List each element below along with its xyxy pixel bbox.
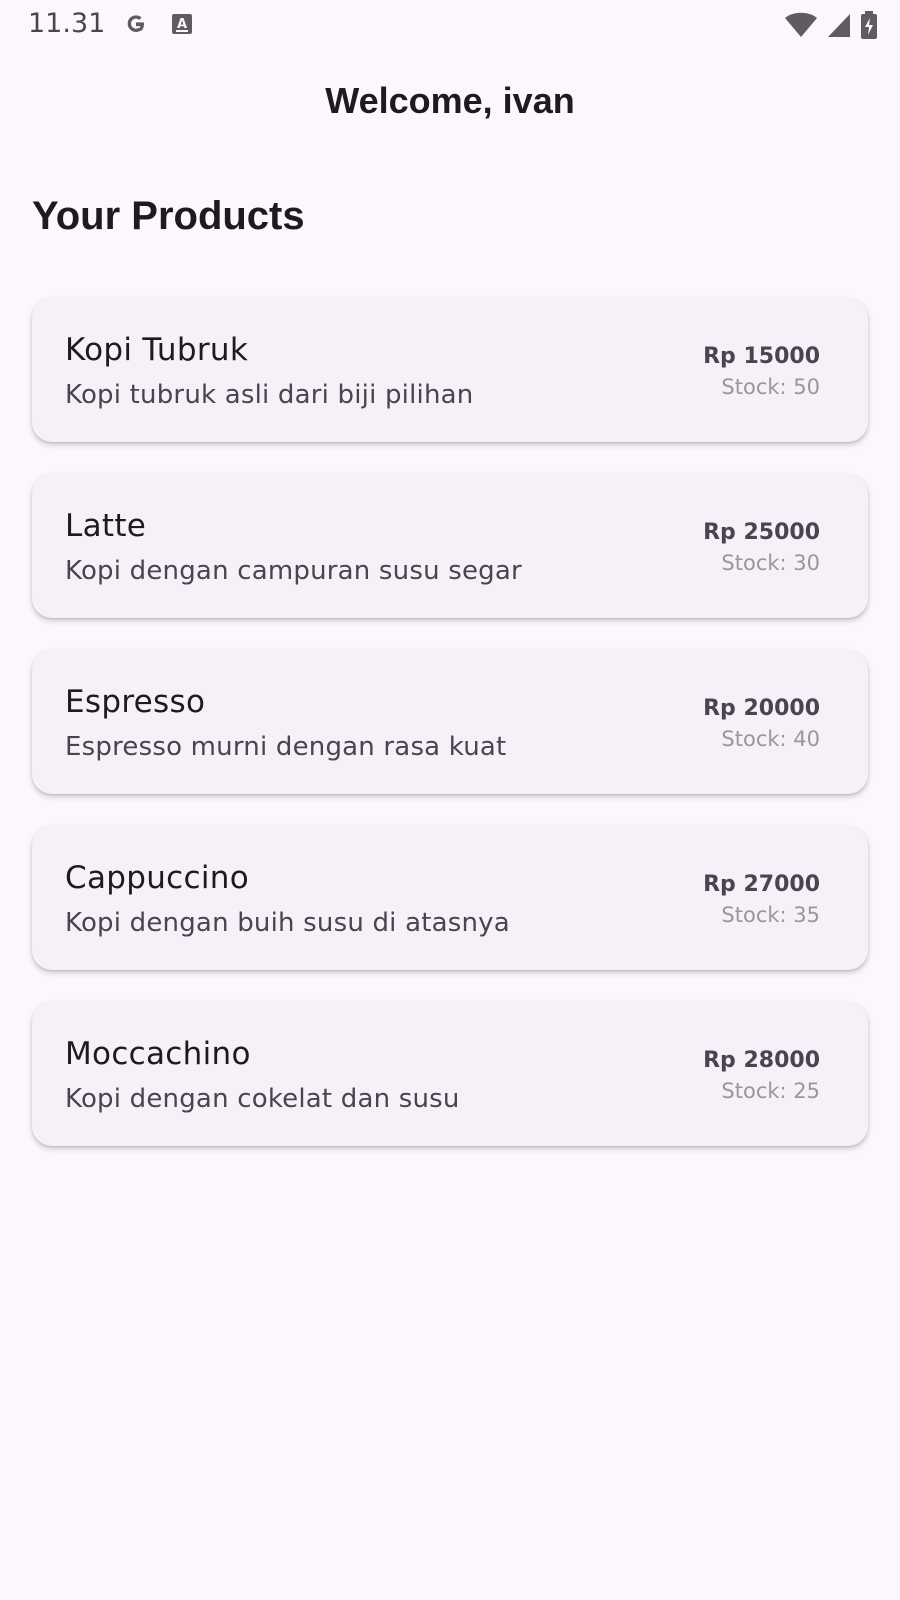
product-meta: Rp 27000 Stock: 35: [703, 870, 820, 930]
product-meta: Rp 15000 Stock: 50: [703, 342, 820, 402]
product-card[interactable]: Latte Kopi dengan campuran susu segar Rp…: [32, 474, 868, 618]
svg-text:A: A: [177, 17, 187, 32]
section-title: Your Products: [32, 194, 305, 238]
product-description: Kopi tubruk asli dari biji pilihan: [65, 380, 474, 410]
product-name: Espresso: [65, 684, 206, 720]
product-stock: Stock: 50: [721, 375, 820, 399]
status-right-icons: [784, 10, 878, 45]
product-stock: Stock: 35: [721, 903, 820, 927]
product-card[interactable]: Cappuccino Kopi dengan buih susu di atas…: [32, 826, 868, 970]
product-name: Kopi Tubruk: [65, 332, 249, 368]
product-card[interactable]: Moccachino Kopi dengan cokelat dan susu …: [32, 1002, 868, 1146]
status-left-icons: A: [122, 10, 194, 43]
product-description: Kopi dengan cokelat dan susu: [65, 1084, 460, 1114]
wifi-icon: [784, 11, 818, 44]
product-meta: Rp 28000 Stock: 25: [703, 1046, 820, 1106]
a-keyboard-icon: A: [170, 11, 194, 42]
product-list: Kopi Tubruk Kopi tubruk asli dari biji p…: [32, 298, 868, 1178]
product-meta: Rp 25000 Stock: 30: [703, 518, 820, 578]
product-description: Kopi dengan buih susu di atasnya: [65, 908, 510, 938]
product-meta: Rp 20000 Stock: 40: [703, 694, 820, 754]
product-stock: Stock: 30: [721, 551, 820, 575]
product-stock: Stock: 25: [721, 1079, 820, 1103]
battery-charging-icon: [860, 10, 878, 45]
product-name: Latte: [65, 508, 147, 544]
product-price: Rp 15000: [703, 344, 820, 369]
product-price: Rp 27000: [703, 872, 820, 897]
page-title: Welcome, ivan: [325, 80, 575, 121]
product-description: Espresso murni dengan rasa kuat: [65, 732, 507, 762]
product-stock: Stock: 40: [721, 727, 820, 751]
product-description: Kopi dengan campuran susu segar: [65, 556, 522, 586]
product-price: Rp 25000: [703, 520, 820, 545]
signal-icon: [826, 11, 852, 44]
google-icon: [122, 10, 150, 43]
product-price: Rp 20000: [703, 696, 820, 721]
product-name: Cappuccino: [65, 860, 249, 896]
status-bar: 11.31 A: [0, 0, 900, 48]
product-card[interactable]: Espresso Espresso murni dengan rasa kuat…: [32, 650, 868, 794]
product-name: Moccachino: [65, 1036, 251, 1072]
product-price: Rp 28000: [703, 1048, 820, 1073]
status-time: 11.31: [28, 8, 106, 39]
product-card[interactable]: Kopi Tubruk Kopi tubruk asli dari biji p…: [32, 298, 868, 442]
